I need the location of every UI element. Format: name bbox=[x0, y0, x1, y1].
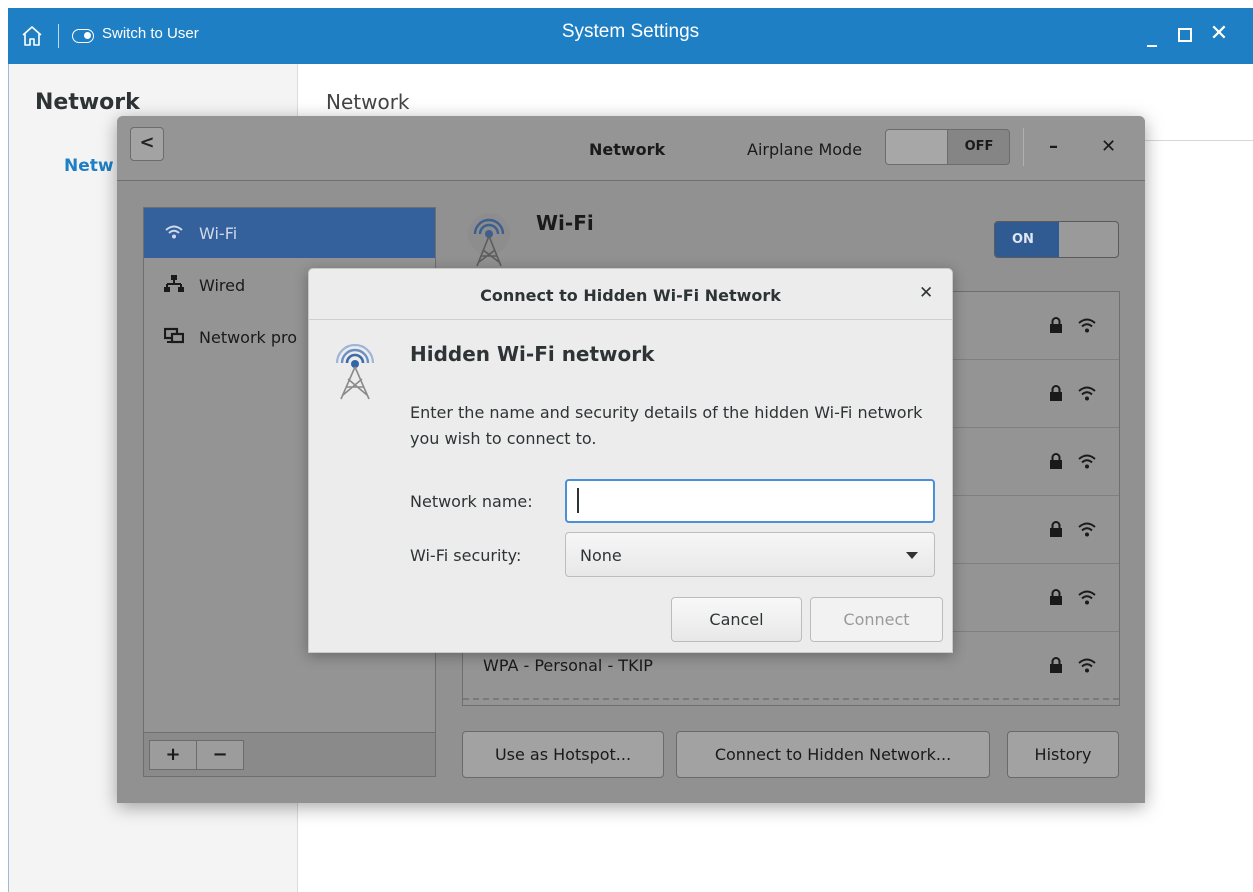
wifi-security-label: Wi-Fi security: bbox=[410, 546, 522, 565]
header-separator bbox=[1023, 128, 1024, 166]
switch-to-user-link[interactable]: Switch to User bbox=[102, 25, 199, 42]
dropdown-arrow-icon bbox=[906, 552, 918, 559]
page-title: Network bbox=[326, 90, 410, 114]
wifi-power-state: ON bbox=[995, 222, 1059, 257]
switch-user-toggle-icon[interactable] bbox=[72, 29, 94, 43]
wifi-tower-icon bbox=[468, 213, 510, 267]
sidebar-item-wifi[interactable]: Wi-Fi bbox=[144, 208, 435, 258]
dialog-minimize-button[interactable]: – bbox=[1049, 136, 1058, 157]
sidebar-item-label: Wi-Fi bbox=[199, 224, 238, 243]
airplane-mode-label: Airplane Mode bbox=[747, 140, 863, 159]
back-button[interactable]: < bbox=[130, 127, 164, 161]
wifi-security-value: None bbox=[580, 546, 622, 565]
device-list-toolbar: + − bbox=[144, 732, 435, 776]
toggle-knob bbox=[886, 130, 948, 164]
use-as-hotspot-button[interactable]: Use as Hotspot... bbox=[462, 731, 664, 778]
home-icon[interactable] bbox=[20, 24, 44, 48]
airplane-mode-state: OFF bbox=[964, 139, 994, 154]
dialog-close-button[interactable]: ✕ bbox=[1101, 136, 1116, 157]
wifi-signal-icon bbox=[1078, 386, 1096, 401]
sidebar-item-label: Wired bbox=[199, 276, 246, 295]
network-proxy-icon bbox=[164, 327, 184, 344]
wifi-section-title: Wi-Fi bbox=[536, 211, 594, 235]
connect-hidden-network-button[interactable]: Connect to Hidden Network... bbox=[676, 731, 990, 778]
hidden-wifi-modal: Connect to Hidden Wi-Fi Network ✕ Hidden… bbox=[308, 268, 953, 653]
modal-close-button[interactable]: ✕ bbox=[919, 283, 933, 303]
wifi-power-toggle[interactable]: ON bbox=[994, 221, 1119, 258]
network-name-label: Network name: bbox=[410, 492, 533, 511]
remove-device-button[interactable]: − bbox=[196, 740, 244, 770]
lock-icon bbox=[1050, 521, 1062, 537]
sidebar-item-network[interactable]: Netw bbox=[64, 156, 114, 176]
connect-button[interactable]: Connect bbox=[810, 597, 943, 642]
wifi-security-select[interactable]: None bbox=[565, 532, 935, 577]
lock-icon bbox=[1050, 657, 1062, 673]
wifi-signal-icon bbox=[1078, 454, 1096, 469]
close-button[interactable]: ✕ bbox=[1207, 20, 1231, 48]
sidebar-heading: Network bbox=[35, 90, 140, 115]
text-caret bbox=[577, 488, 579, 513]
network-dialog-title: Network bbox=[589, 140, 666, 159]
titlebar-separator bbox=[58, 24, 59, 48]
lock-icon bbox=[1050, 317, 1062, 333]
window-titlebar: Switch to User System Settings _ ✕ bbox=[8, 8, 1253, 64]
modal-heading: Hidden Wi-Fi network bbox=[410, 342, 655, 366]
maximize-icon bbox=[1178, 28, 1192, 42]
wifi-signal-icon bbox=[1078, 522, 1096, 537]
wifi-icon bbox=[165, 225, 183, 239]
minimize-button[interactable]: _ bbox=[1140, 20, 1164, 48]
maximize-button[interactable] bbox=[1173, 20, 1197, 48]
lock-icon bbox=[1050, 453, 1062, 469]
wifi-signal-icon bbox=[1078, 658, 1096, 673]
history-button[interactable]: History bbox=[1007, 731, 1119, 778]
network-name: WPA - Personal - TKIP bbox=[483, 656, 653, 675]
airplane-mode-toggle[interactable]: OFF bbox=[885, 129, 1010, 165]
wifi-tower-icon bbox=[335, 343, 375, 400]
sidebar-item-label: Network pro bbox=[199, 328, 298, 347]
cancel-button[interactable]: Cancel bbox=[671, 597, 802, 642]
network-dialog-header: < Network Airplane Mode OFF – ✕ bbox=[117, 116, 1145, 181]
wired-network-icon bbox=[164, 275, 184, 292]
modal-title: Connect to Hidden Wi-Fi Network bbox=[480, 286, 781, 305]
wifi-signal-icon bbox=[1078, 590, 1096, 605]
wifi-signal-icon bbox=[1078, 318, 1096, 333]
modal-description: Enter the name and security details of t… bbox=[410, 403, 923, 448]
modal-header: Connect to Hidden Wi-Fi Network ✕ bbox=[309, 269, 952, 320]
add-device-button[interactable]: + bbox=[149, 740, 197, 770]
lock-icon bbox=[1050, 589, 1062, 605]
network-name-input[interactable] bbox=[565, 479, 935, 523]
lock-icon bbox=[1050, 385, 1062, 401]
